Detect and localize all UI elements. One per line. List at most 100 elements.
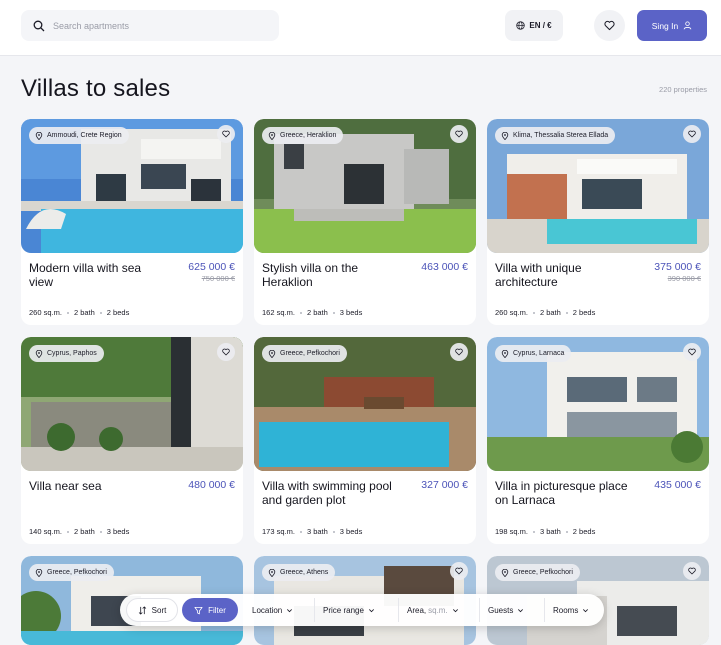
- listing-beds: 2 beds: [106, 308, 130, 317]
- listing-photo: Greece, Heraklion: [254, 119, 476, 253]
- location-pin-icon: [501, 568, 509, 577]
- location-tag: Cyprus, Larnaca: [495, 345, 572, 362]
- heart-icon: [455, 567, 463, 575]
- listing-name: Villa near sea: [29, 479, 102, 493]
- chevron-down-icon: [452, 608, 458, 612]
- listing-name: Villa in picturesque place on Larnaca: [495, 479, 628, 507]
- location-label: Greece, Pefkochori: [280, 350, 340, 357]
- language-label: EN / €: [529, 21, 552, 30]
- area-dropdown[interactable]: Area, sq.m.: [398, 598, 467, 622]
- page-title: Villas to sales: [21, 75, 171, 102]
- listing-beds: 2 beds: [572, 308, 596, 317]
- listing-old-price: 390 000 €: [667, 274, 701, 283]
- listing-price: 480 000 €: [188, 479, 235, 491]
- location-pin-icon: [35, 349, 43, 358]
- location-pin-icon: [501, 131, 509, 140]
- listing-name: Modern villa with sea view: [29, 261, 142, 289]
- price-range-dropdown[interactable]: Price range: [314, 598, 383, 622]
- listing-price: 625 000 €: [188, 261, 235, 273]
- listing-bath: 2 bath: [73, 308, 95, 317]
- listing-beds: 3 beds: [339, 527, 363, 536]
- separator-dot: [66, 311, 69, 314]
- listing-photo: Ammoudi, Crete Region: [21, 119, 243, 253]
- filter-button[interactable]: Filter: [182, 598, 238, 622]
- listing-specs: 260 sq.m. 2 bath 2 beds: [29, 308, 129, 317]
- chevron-down-icon: [518, 608, 524, 612]
- separator-dot: [99, 311, 102, 314]
- location-tag: Ammoudi, Crete Region: [29, 127, 129, 144]
- filter-bar: Sort Filter Location Price range Area, s…: [120, 594, 604, 626]
- location-pin-icon: [501, 349, 509, 358]
- favorite-toggle[interactable]: [450, 562, 468, 580]
- signin-button[interactable]: Sing In: [637, 10, 707, 41]
- search-input[interactable]: [53, 20, 263, 31]
- area-label: Area,: [407, 605, 427, 615]
- listing-photo: Cyprus, Larnaca: [487, 337, 709, 471]
- listing-card[interactable]: Cyprus, Larnaca Villa in picturesque pla…: [487, 337, 709, 544]
- listing-photo: Greece, Pefkochori: [254, 337, 476, 471]
- search-icon: [33, 20, 45, 31]
- favorites-button[interactable]: [594, 10, 625, 41]
- chevron-down-icon: [583, 608, 589, 612]
- listing-bath: 3 bath: [539, 527, 561, 536]
- favorite-toggle[interactable]: [450, 125, 468, 143]
- sort-button[interactable]: Sort: [126, 598, 178, 622]
- guests-dropdown[interactable]: Guests: [479, 598, 532, 622]
- search-bar[interactable]: [21, 10, 279, 41]
- chevron-down-icon: [287, 608, 293, 612]
- location-dropdown[interactable]: Location: [244, 598, 301, 622]
- listing-price: 435 000 €: [654, 479, 701, 491]
- location-tag: Cyprus, Paphos: [29, 345, 104, 362]
- filter-icon: [194, 606, 203, 614]
- listing-bath: 2 bath: [73, 527, 95, 536]
- listing-price: 463 000 €: [421, 261, 468, 273]
- listing-card[interactable]: Ammoudi, Crete Region Modern villa with …: [21, 119, 243, 325]
- price-range-label: Price range: [323, 605, 364, 615]
- location-pin-icon: [268, 349, 276, 358]
- location-tag: Greece, Pefkochori: [495, 564, 580, 581]
- listing-card[interactable]: Greece, Heraklion Stylish villa on the H…: [254, 119, 476, 325]
- location-label: Cyprus, Larnaca: [513, 350, 565, 357]
- location-tag: Greece, Heraklion: [262, 127, 344, 144]
- heart-icon: [455, 348, 463, 356]
- language-currency-button[interactable]: EN / €: [505, 10, 563, 41]
- listing-beds: 3 beds: [339, 308, 363, 317]
- separator-dot: [532, 530, 535, 533]
- separator-dot: [299, 311, 302, 314]
- listing-specs: 260 sq.m. 2 bath 2 beds: [495, 308, 595, 317]
- listing-price: 327 000 €: [421, 479, 468, 491]
- listing-area: 173 sq.m.: [262, 527, 295, 536]
- listing-name: Villa with swimming pool and garden plot: [262, 479, 392, 507]
- rooms-dropdown[interactable]: Rooms: [544, 598, 597, 622]
- listing-beds: 3 beds: [106, 527, 130, 536]
- listing-specs: 162 sq.m. 2 bath 3 beds: [262, 308, 362, 317]
- location-tag: Klima, Thessalia Sterea Ellada: [495, 127, 616, 144]
- location-label: Greece, Pefkochori: [513, 569, 573, 576]
- listing-area: 260 sq.m.: [495, 308, 528, 317]
- location-pin-icon: [35, 568, 43, 577]
- filter-label: Filter: [208, 605, 226, 615]
- chevron-down-icon: [368, 608, 374, 612]
- heart-icon: [222, 130, 230, 138]
- location-label: Klima, Thessalia Sterea Ellada: [513, 132, 609, 139]
- favorite-toggle[interactable]: [217, 125, 235, 143]
- separator-dot: [332, 311, 335, 314]
- listing-card[interactable]: Cyprus, Paphos Villa near sea 480 000 € …: [21, 337, 243, 544]
- location-label: Cyprus, Paphos: [47, 350, 97, 357]
- separator-dot: [532, 311, 535, 314]
- heart-icon: [604, 20, 615, 31]
- separator-dot: [299, 530, 302, 533]
- listing-card[interactable]: Greece, Pefkochori Villa with swimming p…: [254, 337, 476, 544]
- listing-price: 375 000 €: [654, 261, 701, 273]
- favorite-toggle[interactable]: [450, 343, 468, 361]
- listing-specs: 198 sq.m. 3 bath 2 beds: [495, 527, 595, 536]
- favorite-toggle[interactable]: [683, 125, 701, 143]
- favorite-toggle[interactable]: [217, 343, 235, 361]
- favorite-toggle[interactable]: [683, 343, 701, 361]
- favorite-toggle[interactable]: [683, 562, 701, 580]
- separator-dot: [565, 311, 568, 314]
- separator-dot: [99, 530, 102, 533]
- separator-dot: [565, 530, 568, 533]
- listing-card[interactable]: Klima, Thessalia Sterea Ellada Villa wit…: [487, 119, 709, 325]
- listing-bath: 3 bath: [306, 527, 328, 536]
